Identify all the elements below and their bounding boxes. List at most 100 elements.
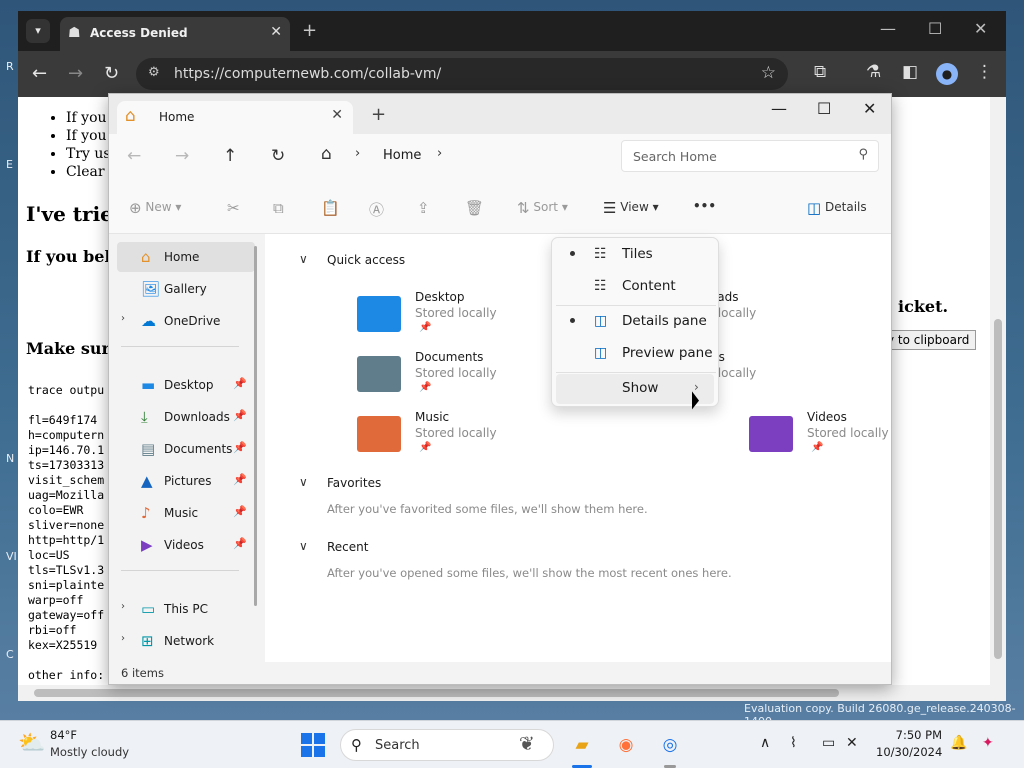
browser-tab[interactable]: ☗ Access Denied ✕ [60, 17, 290, 51]
chevron-down-icon[interactable]: ∨ [299, 539, 308, 553]
maximize-icon[interactable]: ☐ [817, 99, 831, 118]
quick-access-item-music[interactable]: Music Stored locally 📌 [357, 410, 617, 464]
clock-time[interactable]: 7:50 PM [886, 728, 942, 742]
labs-icon[interactable]: ⚗ [866, 62, 881, 82]
weather-temperature[interactable]: 84°F [50, 728, 77, 742]
view-menu-item-preview-pane[interactable]: ◫ Preview pane [556, 339, 714, 369]
chevron-right-icon[interactable]: › [121, 633, 125, 644]
section-favorites[interactable]: Favorites [327, 476, 381, 490]
sidebar-item-music[interactable]: ♪ Music 📌 [117, 498, 255, 528]
profile-avatar[interactable]: ● [936, 63, 958, 85]
side-panel-icon[interactable]: ◧ [902, 62, 918, 82]
address-bar[interactable]: ⚙ https://computernewb.com/collab-vm/ ☆ [136, 58, 788, 90]
view-menu-item-details-pane[interactable]: ◫ Details pane [556, 307, 714, 337]
sidebar-item-downloads[interactable]: ⤓ Downloads 📌 [117, 402, 255, 432]
pin-icon: 📌 [233, 377, 247, 390]
close-tab-icon[interactable]: ✕ [331, 107, 343, 123]
minimize-icon[interactable]: — [771, 99, 787, 118]
close-window-icon[interactable]: ✕ [974, 19, 987, 38]
breadcrumb-home[interactable]: Home [383, 148, 421, 163]
page-heading: I've trie [26, 202, 113, 226]
folder-desktop-icon [357, 296, 401, 332]
selected-dot-icon [570, 318, 575, 323]
sidebar-item-videos[interactable]: ▶ Videos 📌 [117, 530, 255, 560]
weather-cloud-sun-icon[interactable]: ⛅ [18, 731, 45, 756]
scrollbar-thumb[interactable] [994, 319, 1002, 659]
new-button[interactable]: ⊕ New ▾ [129, 199, 181, 217]
view-menu-item-content[interactable]: ☷ Content [556, 272, 714, 302]
file-explorer-app-icon[interactable]: ▰ [568, 731, 596, 759]
explorer-tab[interactable]: ⌂ Home ✕ [117, 101, 353, 134]
copy-button[interactable]: ⧉ [273, 199, 284, 217]
sidebar-item-network[interactable]: › ⊞ Network [117, 626, 255, 656]
chrome-app-icon[interactable]: ◎ [656, 731, 684, 759]
sidebar-item-gallery[interactable]: 🖼 Gallery [117, 274, 255, 304]
weather-condition[interactable]: Mostly cloudy [50, 745, 129, 759]
more-options-button[interactable]: ••• [693, 199, 716, 213]
close-tab-icon[interactable]: ✕ [270, 24, 282, 40]
details-button[interactable]: ◫ Details [807, 199, 867, 217]
view-menu-item-show[interactable]: Show › [556, 374, 714, 404]
rename-button[interactable]: Ⓐ [369, 199, 384, 220]
taskbar-search-box[interactable]: ⚲ Search ❦ [340, 729, 554, 761]
chevron-right-icon[interactable]: › [121, 313, 125, 324]
explorer-search-box[interactable]: Search Home ⚲ [621, 140, 879, 172]
section-quick-access[interactable]: Quick access [327, 253, 405, 267]
copy-to-clipboard-button[interactable]: y to clipboard [880, 330, 977, 350]
up-icon[interactable]: ↑ [223, 146, 237, 166]
chevron-down-icon[interactable]: ∨ [299, 252, 308, 266]
bookmark-star-icon[interactable]: ☆ [761, 63, 776, 83]
back-icon[interactable]: ← [127, 146, 141, 166]
page-vertical-scrollbar[interactable] [990, 97, 1006, 701]
sidebar-item-pictures[interactable]: ▲ Pictures 📌 [117, 466, 255, 496]
chevron-up-icon[interactable]: ∧ [760, 735, 770, 751]
firefox-app-icon[interactable]: ◉ [612, 731, 640, 759]
clock-date[interactable]: 10/30/2024 [876, 745, 942, 759]
volume-muted-icon[interactable]: ✕ [846, 735, 858, 751]
sidebar-item-desktop[interactable]: ▬ Desktop 📌 [117, 370, 255, 400]
start-button[interactable] [301, 733, 325, 757]
chevron-down-icon[interactable]: ∨ [299, 475, 308, 489]
sidebar-item-onedrive[interactable]: › ☁ OneDrive [117, 306, 255, 336]
minimize-icon[interactable]: — [880, 19, 896, 38]
section-recent[interactable]: Recent [327, 540, 368, 554]
chevron-right-icon[interactable]: › [121, 601, 125, 612]
quick-access-item-videos[interactable]: Videos Stored locally 📌 [749, 410, 891, 464]
refresh-icon[interactable]: ↻ [271, 146, 285, 166]
close-window-icon[interactable]: ✕ [863, 99, 876, 118]
new-tab-button[interactable]: + [371, 104, 386, 125]
back-icon[interactable]: ← [32, 63, 47, 84]
sidebar-item-this-pc[interactable]: › ▭ This PC [117, 594, 255, 624]
forward-icon[interactable]: → [68, 63, 83, 84]
copilot-icon[interactable]: ✦ [982, 735, 994, 751]
display-icon[interactable]: ▭ [822, 735, 835, 751]
notification-bell-icon[interactable]: 🔔 [950, 735, 967, 751]
extensions-icon[interactable]: ⧉ [814, 62, 826, 82]
page-horizontal-scrollbar[interactable] [18, 685, 990, 701]
sidebar-scrollbar[interactable] [254, 246, 257, 606]
chevron-right-icon[interactable]: › [355, 146, 360, 161]
maximize-icon[interactable]: ☐ [928, 19, 942, 38]
delete-button[interactable]: 🗑 [465, 199, 484, 217]
site-info-icon[interactable]: ⚙ [148, 65, 160, 80]
scrollbar-thumb[interactable] [34, 689, 839, 697]
tab-search-button[interactable]: ▾ [26, 19, 50, 43]
sort-button[interactable]: ⇅ Sort ▾ [517, 199, 568, 217]
menu-icon[interactable]: ⋮ [976, 62, 993, 82]
sidebar-item-home[interactable]: ⌂ Home [117, 242, 255, 272]
forward-icon[interactable]: → [175, 146, 189, 166]
pin-icon: 📌 [811, 442, 824, 453]
sidebar-item-documents[interactable]: ▤ Documents 📌 [117, 434, 255, 464]
paste-button[interactable]: 📋 [321, 199, 340, 217]
chevron-right-icon[interactable]: › [437, 146, 442, 161]
desktop-letter: E [6, 158, 13, 171]
breadcrumb-home-icon[interactable]: ⌂ [321, 144, 332, 164]
share-button[interactable]: ⇪ [417, 199, 430, 217]
cut-button[interactable]: ✂ [227, 199, 240, 217]
view-button[interactable]: ☰ View ▾ [603, 199, 659, 217]
reload-icon[interactable]: ↻ [104, 63, 119, 84]
view-menu-item-tiles[interactable]: ☷ Tiles [556, 240, 714, 270]
folder-videos-icon [749, 416, 793, 452]
network-disconnected-icon[interactable]: ⌇ [790, 735, 797, 751]
new-tab-button[interactable]: + [302, 20, 317, 41]
